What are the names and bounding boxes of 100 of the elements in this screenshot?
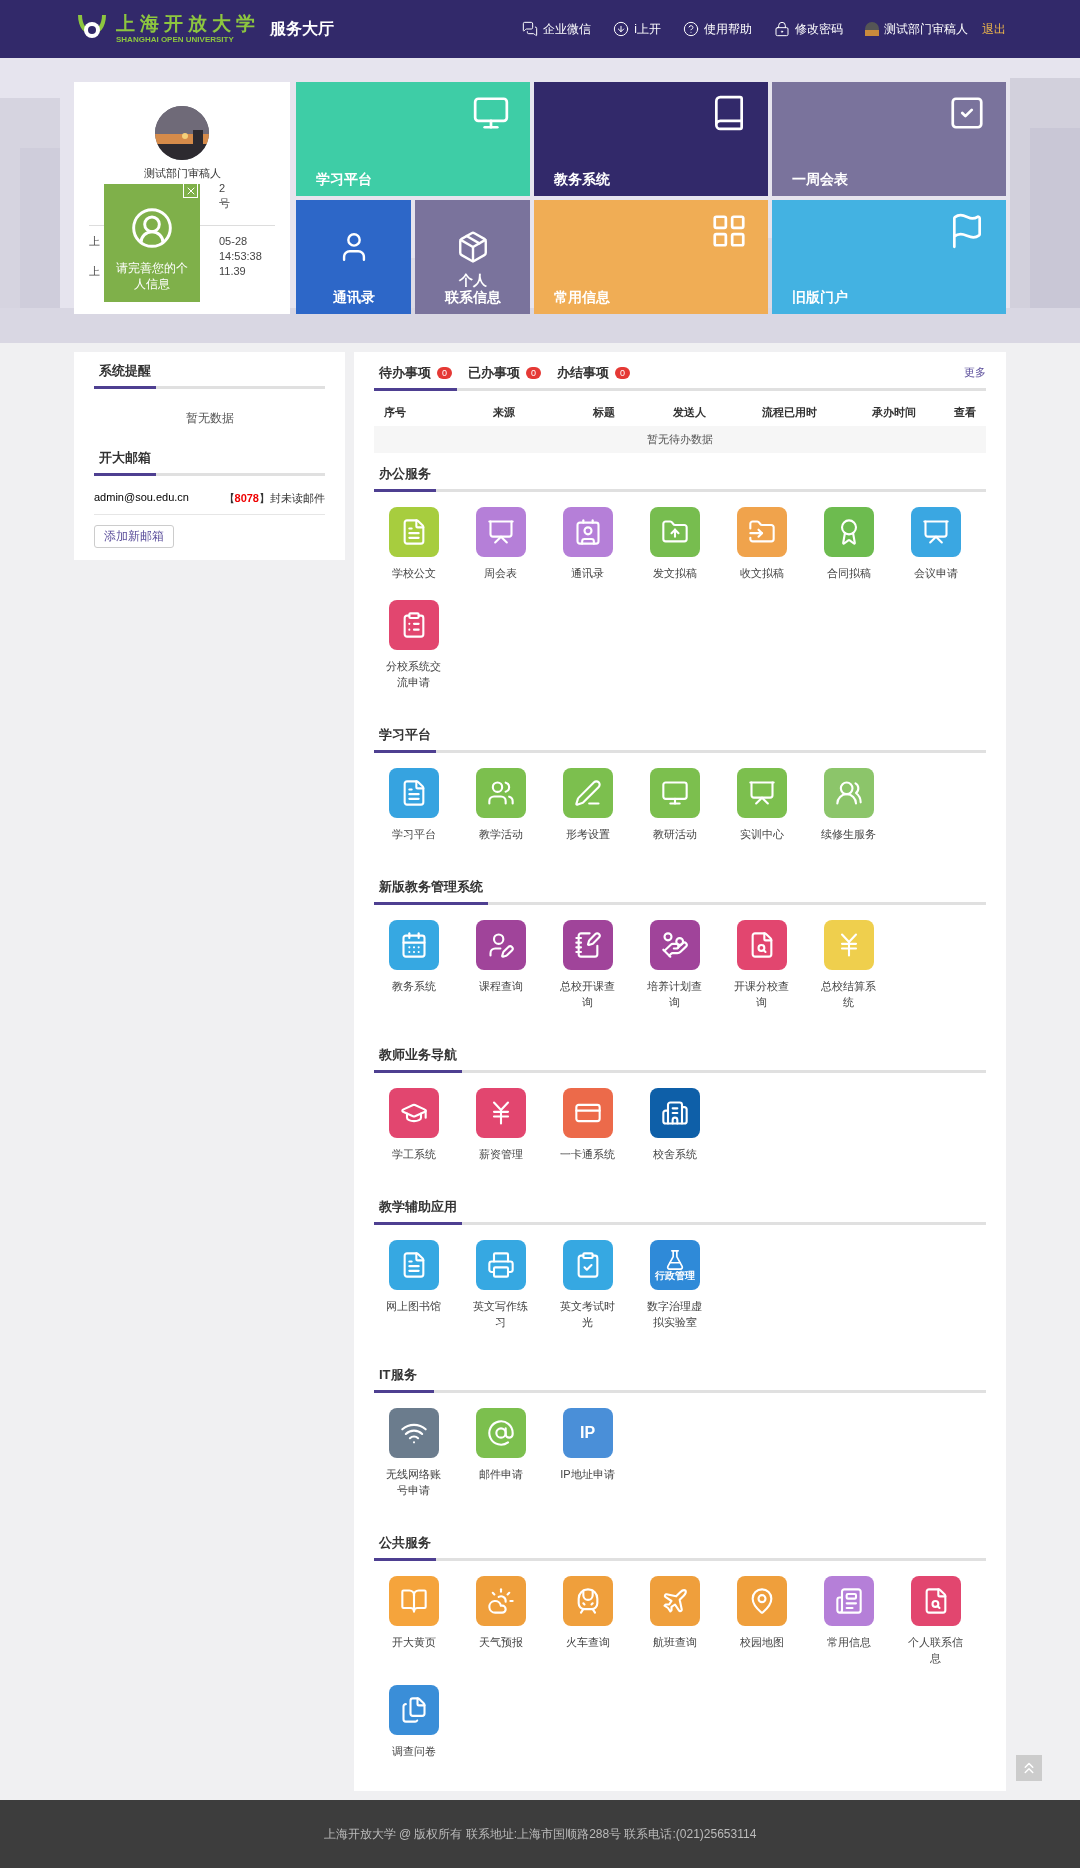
app-shortcut[interactable]: 总校结算系统 [805, 920, 892, 1010]
app-shortcut[interactable]: 一卡通系统 [544, 1088, 631, 1162]
user-link[interactable]: 测试部门审稿人 [865, 20, 968, 38]
app-shortcut[interactable]: 通讯录 [544, 507, 631, 581]
app-shortcut[interactable]: 课程查询 [457, 920, 544, 994]
pen-icon [573, 779, 602, 807]
icon-text: 行政管理 [654, 1271, 695, 1281]
column-header: 查看 [953, 405, 976, 420]
nav-link[interactable]: 修改密码 [774, 20, 843, 38]
app-shortcut[interactable]: 常用信息 [805, 1576, 892, 1650]
user-edit-icon [486, 931, 515, 959]
chat-icon [522, 21, 539, 37]
logo-english-name: SHANGHAI OPEN UNIVERSITY [116, 35, 235, 45]
empty-message: 暂无数据 [184, 410, 235, 427]
hand-coins-icon [660, 931, 689, 959]
footer-text: 上海开放大学 @ 版权所有 联系地址:上海市国顺路288号 联系电话:(021)25653114 [323, 1825, 757, 1843]
app-shortcut[interactable]: 校舍系统 [631, 1088, 718, 1162]
section-title: IT服务 [374, 1366, 434, 1393]
count-badge: 0 [615, 367, 631, 379]
count-badge: 0 [437, 367, 452, 379]
lock-icon [774, 21, 790, 37]
app-shortcut[interactable]: 教务系统 [370, 920, 457, 994]
monitor-icon [660, 779, 689, 807]
building-icon [660, 1099, 689, 1127]
app-shortcut[interactable]: 培养计划查询 [631, 920, 718, 1010]
app-shortcut[interactable]: 总校开课查询 [544, 920, 631, 1010]
people-icon [486, 779, 515, 807]
nav-link[interactable]: i上开 [613, 20, 661, 38]
back-to-top-button[interactable] [1016, 1755, 1042, 1781]
files-icon [399, 1696, 428, 1724]
column-header: 承办时间 [871, 405, 917, 420]
app-shortcut[interactable]: 火车查询 [544, 1576, 631, 1650]
column-header: 来源 [492, 405, 516, 420]
download-icon [613, 21, 630, 37]
notebook-icon [573, 931, 602, 959]
app-shortcut[interactable]: 教学活动 [457, 768, 544, 842]
book-icon [399, 1587, 428, 1615]
app-shortcut[interactable]: 学校公文 [370, 507, 457, 581]
app-shortcut[interactable]: 续修生服务 [805, 768, 892, 842]
app-shortcut[interactable]: 英文写作练习 [457, 1240, 544, 1330]
add-mailbox-button[interactable]: 添加新邮箱 [94, 525, 174, 548]
app-shortcut[interactable]: 收文拟稿 [718, 507, 805, 581]
section-title: 新版教务管理系统 [374, 878, 488, 905]
column-header: 标题 [592, 405, 616, 420]
unread-mail-count[interactable]: 【8078】封未读邮件 [223, 491, 325, 506]
app-shortcut[interactable]: 学工系统 [370, 1088, 457, 1162]
app-shortcut[interactable]: 校园地图 [718, 1576, 805, 1650]
site-title: 服务大厅 [270, 18, 334, 39]
app-shortcut[interactable]: 周会表 [457, 507, 544, 581]
todo-tab[interactable]: 办结事项 0 [552, 364, 636, 391]
section-title: 学习平台 [374, 726, 436, 753]
empty-row: 暂无待办数据 [374, 426, 986, 453]
plane-icon [660, 1587, 689, 1615]
help-icon [683, 21, 699, 37]
app-shortcut[interactable]: 学习平台 [370, 768, 457, 842]
app-shortcut[interactable]: 调查问卷 [370, 1685, 457, 1759]
email-address: admin@sou.edu.cn [94, 491, 189, 505]
weather-icon [486, 1587, 515, 1615]
column-header: 序号 [384, 405, 407, 420]
more-link[interactable]: 更多 [964, 365, 986, 388]
app-shortcut[interactable]: 发文拟稿 [631, 507, 718, 581]
calendar-icon [399, 931, 428, 959]
app-shortcut[interactable]: 形考设置 [544, 768, 631, 842]
nav-link[interactable]: 使用帮助 [683, 20, 752, 38]
section-title: 办公服务 [374, 465, 436, 492]
contact-card-icon [573, 518, 602, 546]
printer-icon [486, 1251, 515, 1279]
logout-link[interactable]: 退出 [982, 20, 1006, 38]
avatar-icon [865, 22, 879, 36]
app-shortcut[interactable]: 会议申请 [892, 507, 979, 581]
app-shortcut[interactable]: 开大黄页 [370, 1576, 457, 1650]
app-shortcut[interactable]: 实训中心 [718, 768, 805, 842]
newspaper-icon [834, 1587, 863, 1615]
todo-tab[interactable]: 已办事项 0 [463, 364, 547, 391]
university-logo[interactable]: 上海开放大学 SHANGHAI OPEN UNIVERSITY [74, 11, 260, 47]
app-shortcut[interactable]: 个人联系信息 [892, 1576, 979, 1666]
app-shortcut[interactable]: 天气预报 [457, 1576, 544, 1650]
presentation-icon [747, 779, 776, 807]
app-shortcut[interactable]: 无线网络账号申请 [370, 1408, 457, 1498]
todo-tab[interactable]: 待办事项 0 [374, 364, 457, 391]
section-title: 教学辅助应用 [374, 1198, 462, 1225]
app-shortcut[interactable]: 合同拟稿 [805, 507, 892, 581]
logo-name: 上海开放大学 [116, 13, 260, 35]
app-shortcut[interactable]: 邮件申请 [457, 1408, 544, 1482]
app-shortcut[interactable]: 航班查询 [631, 1576, 718, 1650]
app-shortcut[interactable]: 开课分校查询 [718, 920, 805, 1010]
column-header: 发送人 [671, 405, 707, 420]
people-icon [834, 779, 863, 807]
app-shortcut[interactable]: 教研活动 [631, 768, 718, 842]
app-shortcut[interactable]: 网上图书馆 [370, 1240, 457, 1314]
app-shortcut[interactable]: 英文考试时光 [544, 1240, 631, 1330]
app-shortcut[interactable]: 行政管理 数字治理虚拟实验室 [631, 1240, 718, 1330]
icon-text: IP [579, 1424, 596, 1442]
section-title: 开大邮箱 [94, 449, 156, 476]
nav-link[interactable]: 企业微信 [522, 20, 592, 38]
app-shortcut[interactable]: IP IP地址申请 [544, 1408, 631, 1482]
app-shortcut[interactable]: 分校系统交流申请 [370, 600, 457, 690]
section-title: 系统提醒 [94, 362, 156, 389]
presentation-icon [486, 518, 515, 546]
app-shortcut[interactable]: 薪资管理 [457, 1088, 544, 1162]
